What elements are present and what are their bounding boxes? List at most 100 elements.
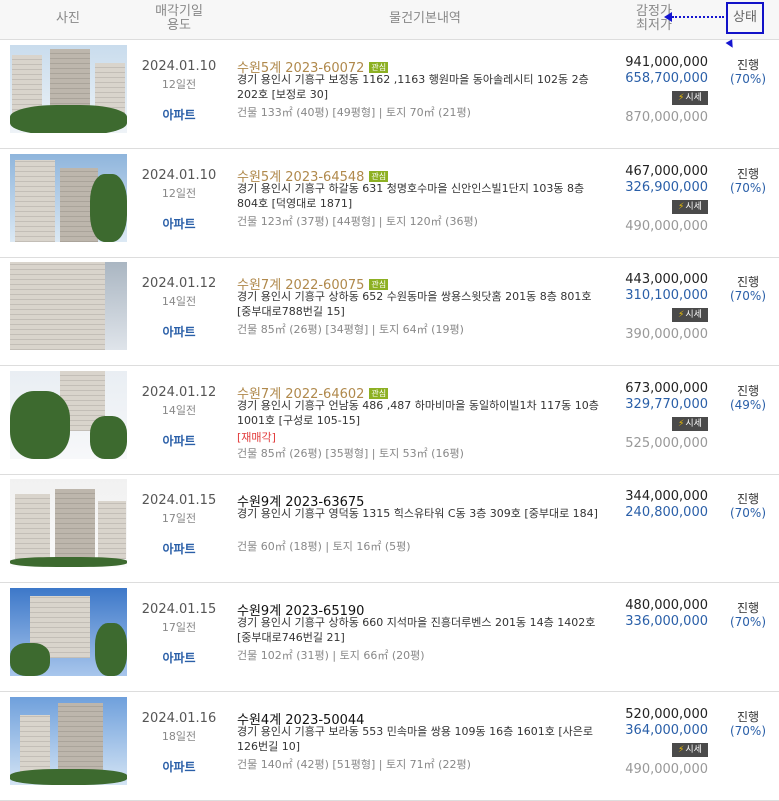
annotation-arrow-left-icon <box>664 12 672 22</box>
status-label: 진행 <box>736 709 760 724</box>
market-estimate: 490,000,000 <box>625 218 708 234</box>
header-date: 매각기일 <box>155 4 203 19</box>
header-status-sort[interactable]: 상태 <box>726 2 764 34</box>
table-row[interactable]: 2024.01.12 14일전 아파트 수원7계 2022-64602 관심 경기… <box>0 366 779 475</box>
header-photo: 사진 <box>56 11 80 26</box>
minimum-price: 240,800,000 <box>625 505 708 521</box>
market-price-button[interactable]: ⚡시세 <box>672 199 708 214</box>
table-header: 사진 매각기일 용도 물건기본내역 감정가 최저가 상태 ▼ <box>0 0 779 51</box>
days-ago: 17일전 <box>161 512 197 526</box>
days-ago: 14일전 <box>161 295 197 309</box>
area-info: 건물 85㎡ (26평) [34평형] | 토지 64㎡ (19평) <box>237 323 464 337</box>
status-rate: (70%) <box>729 506 767 521</box>
property-address: 경기 용인시 기흥구 영덕동 1315 힉스유타워 C동 3층 309호 [중부… <box>237 507 598 521</box>
property-address: 경기 용인시 기흥구 상하동 652 수원동마을 쌍용스윗닷홈 201동 8층 … <box>237 290 592 319</box>
days-ago: 12일전 <box>161 78 197 91</box>
status-rate: (49%) <box>729 397 767 412</box>
property-photo[interactable] <box>10 45 127 133</box>
market-estimate: 870,000,000 <box>625 110 708 125</box>
appraised-price: 443,000,000 <box>625 272 708 288</box>
market-price-button[interactable]: ⚡시세 <box>672 416 708 431</box>
market-label: 시세 <box>685 310 702 321</box>
appraised-price: 673,000,000 <box>625 380 708 396</box>
area-info: 건물 85㎡ (26평) [35평형] | 토지 53㎡ (16평) <box>237 446 464 460</box>
market-estimate: 390,000,000 <box>625 327 708 343</box>
area-info: 건물 140㎡ (42평) [51평형] | 토지 71㎡ (22평) <box>237 757 471 771</box>
minimum-price: 658,700,000 <box>625 71 708 86</box>
auction-date: 2024.01.15 <box>141 602 217 617</box>
auction-date: 2024.01.15 <box>141 493 217 509</box>
status-label: 진행 <box>736 383 760 398</box>
property-address: 경기 용인시 기흥구 상하동 660 지석마을 진흥더루벤스 201동 14층 … <box>237 616 596 644</box>
header-date-use: 매각기일 용도 <box>138 5 220 33</box>
auction-date: 2024.01.16 <box>141 710 217 726</box>
annotation-dotted-line <box>672 16 724 18</box>
status-rate: (70%) <box>729 723 767 738</box>
area-info: 건물 102㎡ (31평) | 토지 66㎡ (20평) <box>237 649 425 662</box>
property-type: 아파트 <box>162 433 196 448</box>
bolt-icon: ⚡ <box>678 418 685 429</box>
property-photo[interactable] <box>10 479 127 568</box>
property-photo[interactable] <box>10 588 127 676</box>
market-price-button[interactable]: ⚡시세 <box>672 308 708 323</box>
auction-date: 2024.01.10 <box>141 167 217 183</box>
market-estimate: 490,000,000 <box>625 761 708 777</box>
auction-date: 2024.01.12 <box>141 276 217 292</box>
header-info: 물건기본내역 <box>389 11 461 26</box>
header-price: 감정가 최저가 <box>620 5 688 33</box>
days-ago: 12일전 <box>161 186 197 200</box>
status-rate: (70%) <box>729 615 767 629</box>
property-type: 아파트 <box>162 651 196 665</box>
market-label: 시세 <box>685 418 702 429</box>
property-type: 아파트 <box>162 759 196 774</box>
property-photo[interactable] <box>10 262 127 351</box>
bolt-icon: ⚡ <box>678 201 685 212</box>
market-price-button[interactable]: ⚡시세 <box>672 91 708 105</box>
minimum-price: 310,100,000 <box>625 288 708 304</box>
market-estimate: 525,000,000 <box>625 435 708 451</box>
property-address: 경기 용인시 기흥구 하갈동 631 청명호수마을 신안인스빌1단지 103동 … <box>237 181 585 210</box>
property-photo[interactable] <box>10 696 127 785</box>
area-info: 건물 60㎡ (18평) | 토지 16㎡ (5평) <box>237 540 411 554</box>
market-label: 시세 <box>685 744 702 755</box>
status-label: 진행 <box>736 58 760 72</box>
minimum-price: 336,000,000 <box>625 614 708 629</box>
property-type: 아파트 <box>162 325 196 340</box>
days-ago: 14일전 <box>161 403 197 417</box>
property-photo[interactable] <box>10 370 127 459</box>
bolt-icon: ⚡ <box>678 310 685 321</box>
table-row[interactable]: 2024.01.15 17일전 아파트 수원9계 2023-65190 경기 용… <box>0 583 779 692</box>
table-row[interactable]: 2024.01.10 12일전 아파트 수원5계 2023-60072 관심 경기… <box>0 40 779 149</box>
table-row[interactable]: 2024.01.10 12일전 아파트 수원5계 2023-64548 관심 경기… <box>0 149 779 258</box>
header-min: 최저가 <box>636 18 672 33</box>
status-rate: (70%) <box>729 72 767 86</box>
auction-date: 2024.01.12 <box>141 384 217 400</box>
bolt-icon: ⚡ <box>678 744 685 755</box>
market-price-button[interactable]: ⚡시세 <box>672 742 708 757</box>
minimum-price: 326,900,000 <box>625 179 708 195</box>
property-type: 아파트 <box>162 108 196 122</box>
property-photo[interactable] <box>10 153 127 242</box>
table-row[interactable]: 2024.01.16 18일전 아파트 수원4계 2023-50044 경기 용… <box>0 692 779 801</box>
market-label: 시세 <box>685 93 702 103</box>
bolt-icon: ⚡ <box>678 93 685 103</box>
property-type: 아파트 <box>162 216 196 231</box>
status-rate: (70%) <box>729 180 767 195</box>
header-use: 용도 <box>167 18 191 33</box>
property-address: 경기 용인시 기흥구 언남동 486 ,487 하마비마을 동일하이빌1차 11… <box>237 398 599 427</box>
status-label: 진행 <box>736 601 760 615</box>
appraised-price: 467,000,000 <box>625 163 708 179</box>
table-row[interactable]: 2024.01.12 14일전 아파트 수원7계 2022-60075 관심 경기… <box>0 257 779 367</box>
status-label: 진행 <box>736 492 760 507</box>
property-address: 경기 용인시 기흥구 보라동 553 민속마을 쌍용 109동 16층 1601… <box>237 724 593 753</box>
area-info: 건물 133㎡ (40평) [49평형] | 토지 70㎡ (21평) <box>237 106 471 119</box>
appraised-price: 480,000,000 <box>625 598 708 613</box>
table-row[interactable]: 2024.01.15 17일전 아파트 수원9계 2023-63675 경기 용… <box>0 474 779 584</box>
appraised-price: 520,000,000 <box>625 706 708 722</box>
auction-date: 2024.01.10 <box>141 59 217 74</box>
area-info: 건물 123㎡ (37평) [44평형] | 토지 120㎡ (36평) <box>237 214 478 228</box>
minimum-price: 364,000,000 <box>625 722 708 738</box>
status-rate: (70%) <box>729 289 767 304</box>
property-address: 경기 용인시 기흥구 보정동 1162 ,1163 행원마을 동아솔레시티 10… <box>237 73 589 101</box>
status-label: 진행 <box>736 166 760 181</box>
